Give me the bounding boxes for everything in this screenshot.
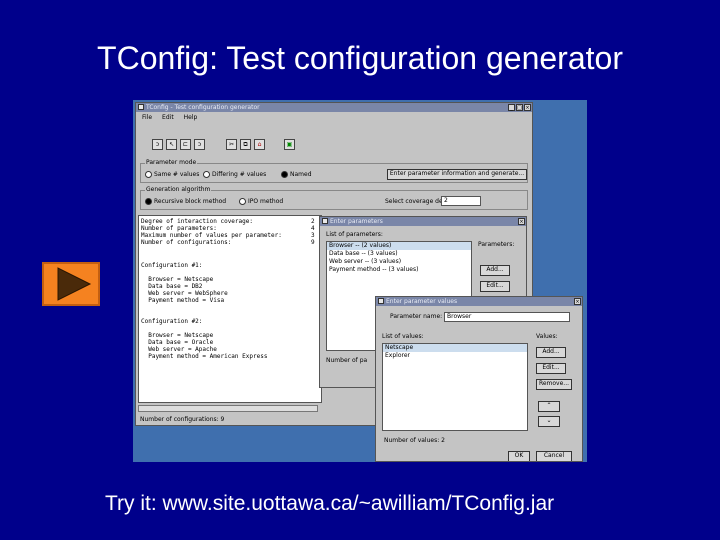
gen-algo-label: Generation algorithm [145,186,212,194]
list-item[interactable]: Explorer [383,352,527,360]
params-count-label: Number of pa [326,357,368,364]
menu-bar: File Edit Help [136,113,532,122]
list-item[interactable]: Payment method -- (3 values) [327,266,471,274]
enter-info-button[interactable]: Enter parameter information and generate… [387,169,527,180]
output-header: Degree of interaction coverage: Number o… [141,218,282,246]
move-down-button[interactable]: ⌄ [538,416,560,427]
toolbar-button-1[interactable]: ↄ [152,139,163,150]
toolbar-button-4[interactable]: ↄ [194,139,205,150]
params-side-label: Parameters: [478,241,515,248]
output-body: Configuration #1: Browser = Netscape Dat… [141,262,268,360]
list-item[interactable]: Web server -- (3 values) [327,258,471,266]
params-dialog-icon [322,218,328,224]
values-close-button[interactable]: × [574,298,581,305]
slide-footer: Try it: www.site.uottawa.ca/~awilliam/TC… [105,492,555,515]
list-item[interactable]: Browser -- (2 values) [327,242,471,250]
cut-icon[interactable]: ✂ [226,139,237,150]
status-text: Number of configurations: 9 [140,416,225,423]
play-button[interactable] [42,262,100,306]
toolbar-button-2[interactable]: ↖ [166,139,177,150]
list-item[interactable]: Netscape [383,344,527,352]
param-mode-label: Parameter mode [145,159,198,167]
params-edit-button[interactable]: Edit... [480,281,510,292]
parameter-name-field[interactable]: Browser [444,312,570,322]
slide-title: TConfig: Test configuration generator [97,40,623,76]
values-dialog-title: Enter parameter values [386,298,458,305]
enter-parameter-values-dialog: Enter parameter values × Parameter name:… [375,296,583,462]
chevron-down-icon: ⌄ [546,417,552,424]
values-remove-button[interactable]: Remove... [536,379,572,390]
close-button[interactable]: × [524,104,531,111]
play-icon [57,267,92,301]
radio-named[interactable]: Named [281,171,312,179]
menu-edit[interactable]: Edit [162,113,174,122]
cancel-button[interactable]: Cancel [536,451,572,461]
radio-differing-values[interactable]: Differing # values [203,171,266,179]
maximize-button[interactable]: □ [516,104,523,111]
toolbar: ↄ ↖ ⊏ ↄ ✂ ⧉ ⌂ ▣ [136,123,532,151]
values-add-button[interactable]: Add... [536,347,566,358]
radio-ipo[interactable]: IPO method [239,198,283,206]
chevron-up-icon: ⌃ [546,402,552,409]
toolbar-button-3[interactable]: ⊏ [180,139,191,150]
radio-same-values[interactable]: Same # values [145,171,199,179]
horizontal-scrollbar[interactable] [138,405,318,412]
values-list-label: List of values: [382,333,424,340]
values-count-label: Number of values: 2 [384,437,445,444]
params-list-label: List of parameters: [326,231,383,238]
list-item[interactable]: Data base -- (3 values) [327,250,471,258]
params-close-button[interactable]: × [518,218,525,225]
main-titlebar: TConfig - Test configuration generator _… [136,103,532,112]
copy-icon[interactable]: ⧉ [240,139,251,150]
move-up-button[interactable]: ⌃ [538,401,560,412]
radio-recursive-block[interactable]: Recursive block method [145,198,226,206]
app-screenshot: TConfig - Test configuration generator _… [133,100,587,462]
ok-button[interactable]: OK [508,451,530,461]
output-header-values: 2 4 3 9 [311,218,315,246]
values-dialog-icon [378,298,384,304]
minimize-button[interactable]: _ [508,104,515,111]
params-add-button[interactable]: Add... [480,265,510,276]
coverage-select[interactable]: 2 [441,196,481,206]
output-area[interactable]: Degree of interaction coverage: Number o… [138,215,322,403]
generation-algorithm-group: Generation algorithm Recursive block met… [140,186,528,210]
main-window-title: TConfig - Test configuration generator [146,104,260,111]
parameter-name-label: Parameter name: [390,313,443,320]
paste-icon[interactable]: ⌂ [254,139,265,150]
menu-file[interactable]: File [142,113,152,122]
values-side-label: Values: [536,333,558,340]
generate-icon[interactable]: ▣ [284,139,295,150]
params-titlebar: Enter parameters × [320,217,526,226]
values-titlebar: Enter parameter values × [376,297,582,306]
parameter-mode-group: Parameter mode Same # values Differing #… [140,159,528,183]
app-icon [138,104,144,110]
params-dialog-title: Enter parameters [330,218,383,225]
values-list[interactable]: Netscape Explorer [382,343,528,431]
menu-help[interactable]: Help [184,113,198,122]
values-edit-button[interactable]: Edit... [536,363,566,374]
